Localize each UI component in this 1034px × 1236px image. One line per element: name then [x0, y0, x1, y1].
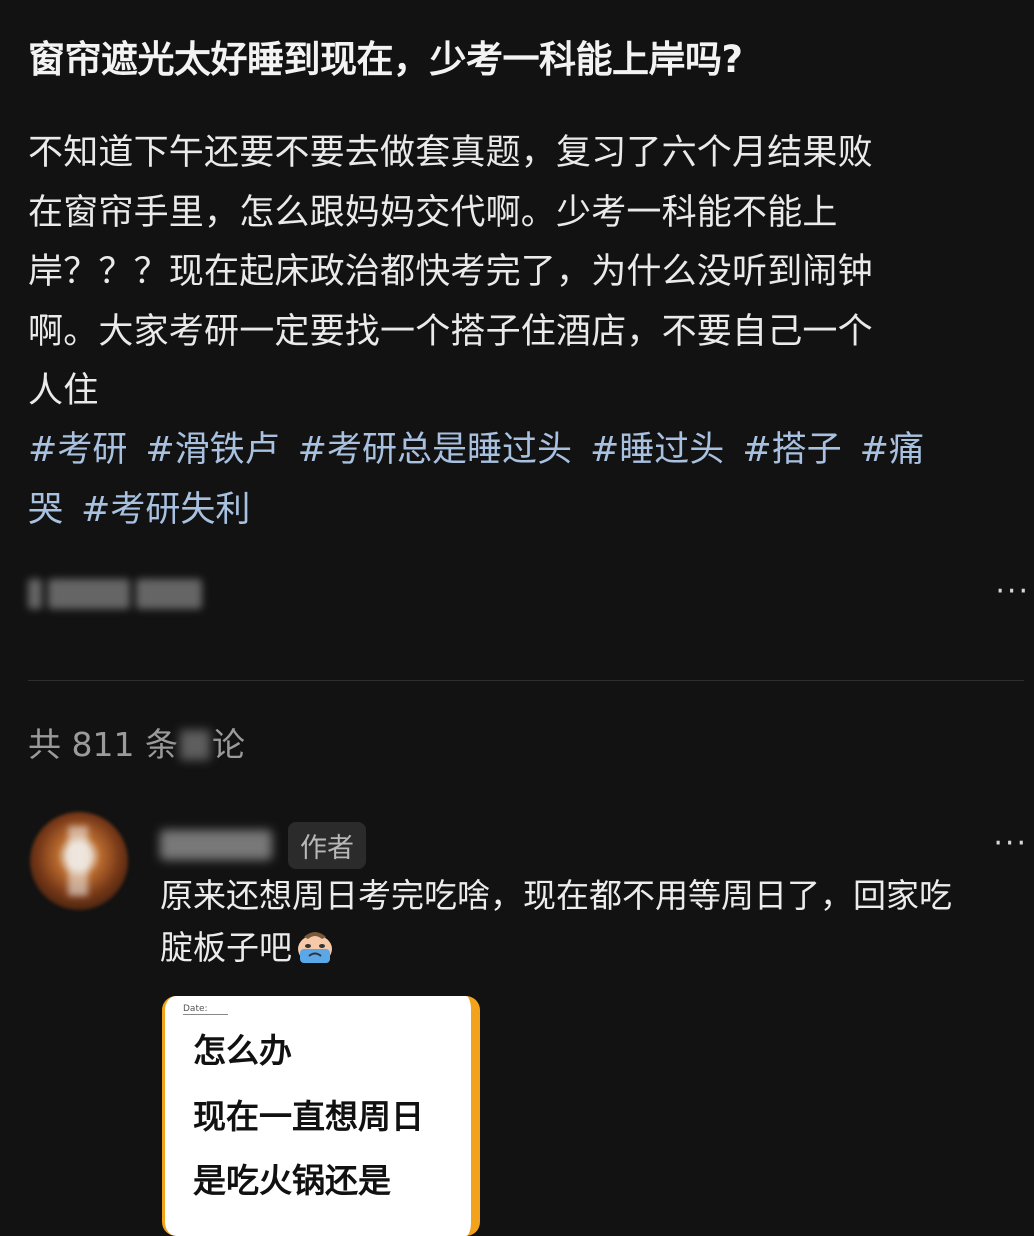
avatar[interactable] [30, 812, 128, 910]
comment-count-prefix: 共 811 条 [28, 725, 178, 764]
post-body: 不知道下午还要不要去做套真题，复习了六个月结果败 在窗帘手里，怎么跟妈妈交代啊。… [28, 124, 1018, 422]
comment-text-line: 腚板子吧 [160, 928, 292, 967]
hashtag-link[interactable]: #搭子 [742, 430, 841, 470]
post-meta: ··· [28, 572, 1028, 616]
post-body-line: 岸？？？现在起床政治都快考完了，为什么没听到闹钟 [28, 252, 873, 292]
comment-count: 共 811 条论 [28, 718, 245, 766]
divider [28, 680, 1024, 681]
comment-header: 作者 [160, 821, 366, 869]
post-title: 窗帘遮光太好睡到现在，少考一科能上岸吗? [28, 38, 743, 81]
comment-image[interactable]: Date: 怎么办 现在一直想周日 是吃火锅还是 [162, 996, 480, 1236]
comment-text: 原来还想周日考完吃啥，现在都不用等周日了，回家吃 腚板子吧 [160, 870, 1026, 974]
hashtag-link[interactable]: #考研 [28, 430, 127, 470]
hashtag-link[interactable]: #滑铁卢 [145, 430, 279, 470]
note-line: 怎么办 [193, 1031, 292, 1070]
hashtag-link[interactable]: #考研总是睡过头 [298, 430, 572, 470]
note-line: 现在一直想周日 [193, 1097, 424, 1136]
hashtag-link[interactable]: #考研失利 [81, 490, 250, 530]
post-body-line: 在窗帘手里，怎么跟妈妈交代啊。少考一科能不能上 [28, 192, 838, 233]
post-more-icon[interactable]: ··· [995, 574, 1030, 609]
blurred-username[interactable] [160, 830, 272, 860]
hashtag-link[interactable]: #睡过头 [590, 430, 724, 470]
comment-more-icon[interactable]: ··· [993, 826, 1028, 861]
comment-count-suffix: 论 [211, 725, 245, 764]
crying-face-icon [294, 928, 336, 964]
hashtag-link-continued[interactable]: 哭 [28, 490, 63, 530]
note-line: 是吃火锅还是 [193, 1161, 391, 1200]
post-body-line: 不知道下午还要不要去做套真题，复习了六个月结果败 [28, 133, 873, 173]
author-badge: 作者 [288, 821, 366, 869]
hashtag-list: #考研 #滑铁卢 #考研总是睡过头 #睡过头 #搭子 #痛 哭 #考研失利 [28, 421, 1018, 540]
hashtag-link[interactable]: #痛 [860, 430, 924, 470]
post-body-line: 啊。大家考研一定要找一个搭子住酒店，不要自己一个 [28, 311, 873, 352]
note-date-label: Date: [183, 1004, 228, 1015]
blurred-character [179, 730, 210, 760]
blurred-post-date [28, 578, 218, 610]
post-body-line: 人住 [28, 371, 99, 411]
comment-text-line: 原来还想周日考完吃啥，现在都不用等周日了，回家吃 [160, 876, 952, 915]
